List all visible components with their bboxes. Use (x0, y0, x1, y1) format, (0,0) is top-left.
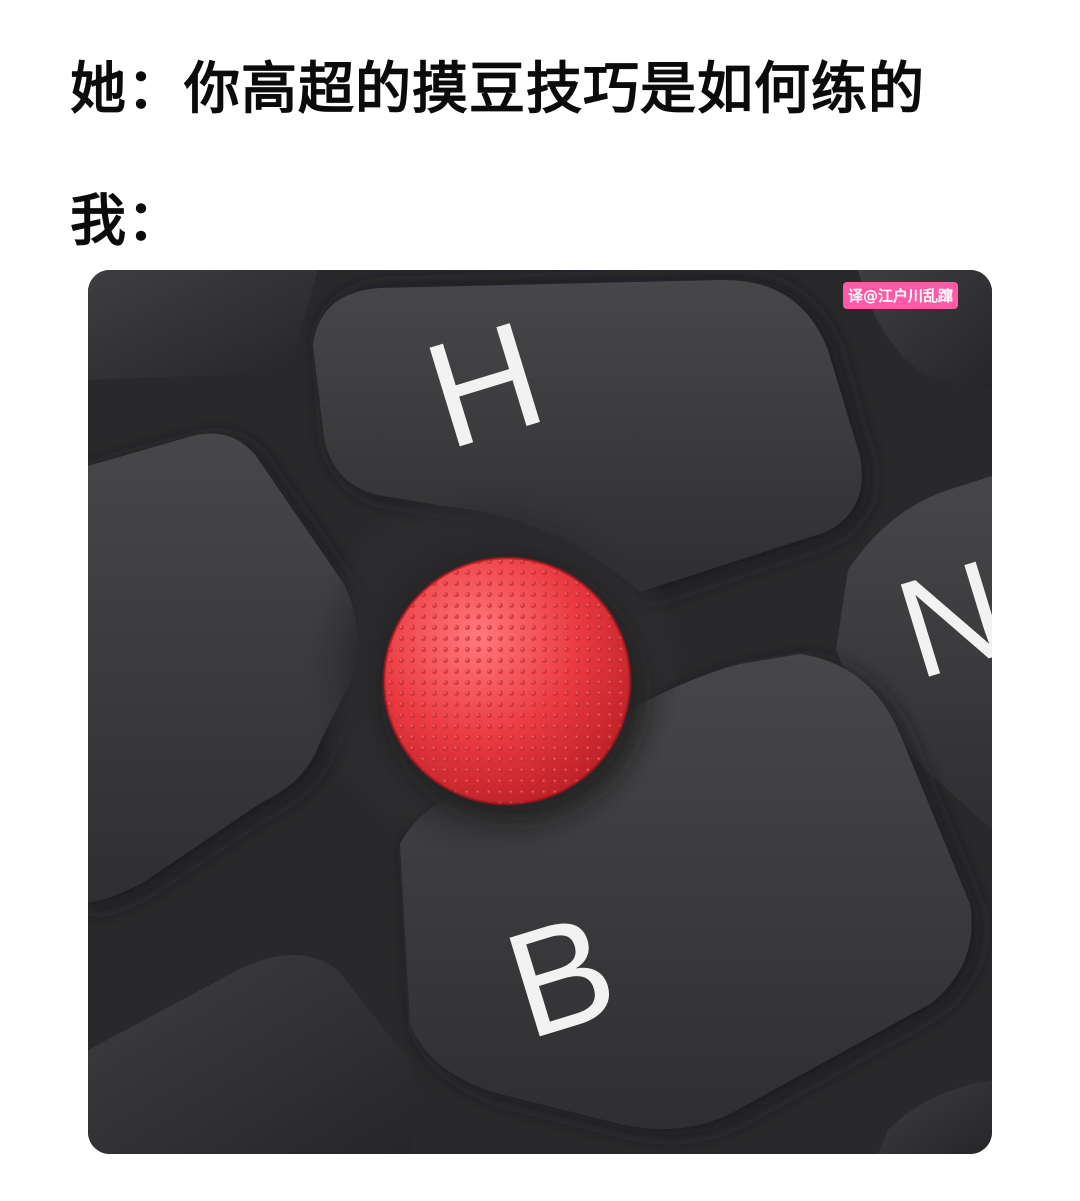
caption-she-line: 她：你高超的摸豆技巧是如何练的 (70, 57, 925, 122)
keyboard-trackpoint-photo: H N B 译@江户川乱蹿 (88, 270, 992, 1154)
watermark-label: 译@江户川乱蹿 (842, 282, 958, 309)
caption-me-line: 我： (70, 189, 184, 254)
